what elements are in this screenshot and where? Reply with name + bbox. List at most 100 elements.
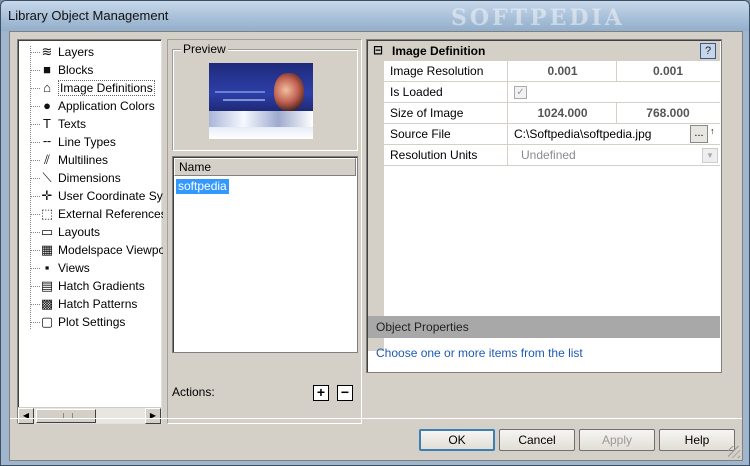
tree-item[interactable]: ≋ Layers [18, 43, 163, 61]
resize-grip-icon[interactable] [728, 446, 740, 458]
tree-connector [31, 70, 40, 71]
property-name: Is Loaded [384, 82, 508, 102]
image-resolution-y[interactable]: 0.001 [618, 61, 718, 81]
property-row-source-file[interactable]: Source File C:\Softpedia\softpedia.jpg .… [384, 124, 720, 145]
tree-item-label: Multilines [58, 153, 109, 167]
property-grid-gutter [368, 61, 384, 351]
tree-connector [31, 124, 40, 125]
source-file-value[interactable]: C:\Softpedia\softpedia.jpg [509, 124, 689, 144]
image-height[interactable]: 768.000 [618, 103, 718, 123]
tree-connector [31, 286, 40, 287]
property-name: Resolution Units [384, 145, 508, 165]
tree-item[interactable]: ⌂ Image Definitions [18, 79, 163, 97]
tree-horizontal-scrollbar[interactable]: ◀ ▶ [18, 407, 161, 424]
tree-item[interactable]: ▩ Hatch Patterns [18, 295, 163, 313]
tree-item-label: Modelspace Viewpo [58, 243, 163, 257]
property-row-resolution-units[interactable]: Resolution Units Undefined ▼ [384, 145, 720, 166]
application-colors-icon: ● [43, 98, 51, 113]
tree-item-label: Line Types [58, 135, 116, 149]
user-coordinate-system-icon: ✛ [41, 188, 53, 203]
tree-item-label: User Coordinate Sy [58, 189, 163, 203]
is-loaded-checkbox[interactable]: ✓ [514, 86, 527, 99]
help-icon[interactable]: ? [700, 43, 716, 59]
tree-item[interactable]: ╌ Line Types [18, 133, 163, 151]
preview-group: Preview [172, 42, 358, 151]
tree-item-label: Plot Settings [58, 315, 126, 329]
library-object-management-window: Library Object Management SOFTPEDIA ≋ Lay… [0, 0, 750, 466]
resolution-units-value[interactable]: Undefined [509, 145, 689, 165]
image-definitions-icon: ⌂ [43, 80, 51, 95]
tree-item-label: Image Definitions [58, 80, 155, 96]
tree-item-label: Application Colors [58, 99, 155, 113]
add-item-button[interactable]: + [313, 385, 329, 401]
tree-connector [31, 178, 40, 179]
tree-connector [31, 106, 40, 107]
apply-button[interactable]: Apply [579, 429, 655, 451]
tree-connector [31, 232, 40, 233]
tree-item[interactable]: ✛ User Coordinate Sy [18, 187, 163, 205]
dimensions-icon: ⟍ [42, 170, 52, 185]
multilines-icon: ⫽ [44, 152, 50, 167]
property-name: Size of Image [384, 103, 508, 123]
list-column-header-name[interactable]: Name [174, 158, 356, 176]
tree-item[interactable]: ● Application Colors [18, 97, 163, 115]
collapse-icon[interactable]: ⊟ [373, 44, 383, 56]
external-references-icon: ⬚ [40, 206, 54, 221]
tree-item[interactable]: ▤ Hatch Gradients [18, 277, 163, 295]
items-list[interactable]: Name softpedia [172, 156, 358, 353]
image-width[interactable]: 1024.000 [509, 103, 617, 123]
object-type-tree[interactable]: ≋ Layers ■ Blocks ⌂ Image Definitions ● Applica… [17, 39, 163, 424]
object-properties-bar: Object Properties [368, 316, 720, 338]
help-button[interactable]: Help [659, 429, 735, 451]
tree-item[interactable]: ⟍ Dimensions [18, 169, 163, 187]
scroll-thumb[interactable] [36, 409, 96, 423]
tree-connector [31, 304, 40, 305]
title-bar[interactable]: Library Object Management SOFTPEDIA [1, 1, 749, 31]
scroll-right-icon[interactable]: ▶ [145, 408, 161, 424]
preview-legend: Preview [181, 42, 228, 56]
tree-item-label: Hatch Gradients [58, 279, 145, 293]
property-name: Image Resolution [384, 61, 508, 81]
modelspace-viewports-icon: ▦ [40, 242, 54, 257]
tree-item[interactable]: ▭ Layouts [18, 223, 163, 241]
remove-item-button[interactable]: − [337, 385, 353, 401]
property-category-title: Image Definition [392, 44, 486, 58]
blocks-icon: ■ [43, 62, 51, 77]
image-resolution-x[interactable]: 0.001 [509, 61, 617, 81]
tree-item-label: External References [58, 207, 163, 221]
texts-icon: T [43, 116, 51, 131]
tree-item[interactable]: ▦ Modelspace Viewpo [18, 241, 163, 259]
browse-file-button[interactable]: ... [690, 125, 708, 143]
tree-item[interactable]: ⬚ External References [18, 205, 163, 223]
tree-item[interactable]: T Texts [18, 115, 163, 133]
line-types-icon: ╌ [43, 134, 51, 149]
views-icon: ▪ [44, 260, 50, 275]
property-name: Source File [384, 124, 508, 144]
tree-item-label: Hatch Patterns [58, 297, 138, 311]
items-panel: Preview Name softpedia Actions: + − [167, 39, 362, 424]
tree-item-label: Dimensions [58, 171, 121, 185]
window-title: Library Object Management [8, 8, 169, 23]
property-row-is-loaded[interactable]: Is Loaded ✓ [384, 82, 720, 103]
tree-item[interactable]: ■ Blocks [18, 61, 163, 79]
tree-item[interactable]: ⫽ Multilines [18, 151, 163, 169]
tree-item-label: Layouts [58, 225, 101, 239]
property-row-image-resolution[interactable]: Image Resolution 0.001 0.001 [384, 61, 720, 82]
property-category-header[interactable]: ⊟ Image Definition ? [368, 41, 720, 61]
tree-connector [31, 52, 40, 53]
property-row-size-of-image[interactable]: Size of Image 1024.000 768.000 [384, 103, 720, 124]
scroll-left-icon[interactable]: ◀ [18, 408, 34, 424]
tree-connector [31, 88, 40, 89]
property-grid[interactable]: ⊟ Image Definition ? Image Resolution 0.… [366, 39, 722, 373]
tree-item[interactable]: ▪ Views [18, 259, 163, 277]
dialog-client-area: ≋ Layers ■ Blocks ⌂ Image Definitions ● Applica… [9, 31, 743, 461]
list-item[interactable]: softpedia [176, 179, 229, 194]
pin-icon[interactable]: ↑ [710, 126, 718, 142]
chevron-down-icon[interactable]: ▼ [702, 148, 718, 163]
plot-settings-icon: ▢ [40, 314, 54, 329]
layers-icon: ≋ [41, 44, 53, 59]
ok-button[interactable]: OK [419, 429, 495, 451]
cancel-button[interactable]: Cancel [499, 429, 575, 451]
watermark: SOFTPEDIA [451, 5, 625, 31]
tree-item[interactable]: ▢ Plot Settings [18, 313, 163, 331]
